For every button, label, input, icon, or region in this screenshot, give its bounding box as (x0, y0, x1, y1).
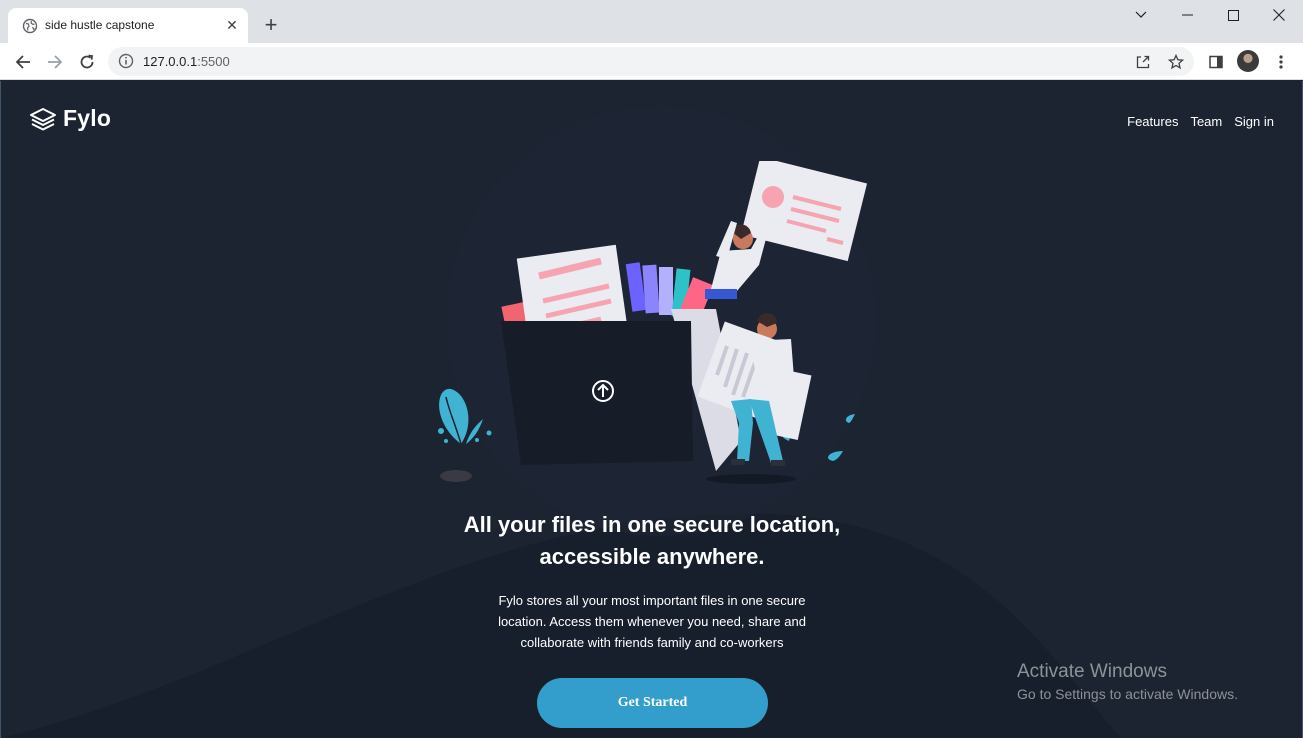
browser-toolbar: 127.0.0.1:5500 (0, 43, 1303, 80)
kebab-menu-icon[interactable] (1267, 48, 1295, 76)
page-viewport: Fylo Features Team Sign in All your file… (0, 81, 1303, 738)
hero-subtext: Fylo stores all your most important file… (482, 590, 822, 653)
brand-logo[interactable]: Fylo (29, 105, 111, 132)
get-started-button[interactable]: Get Started (537, 678, 768, 728)
activate-subtitle: Go to Settings to activate Windows. (1017, 686, 1238, 702)
subtext-line-2: location. Access them whenever you need,… (498, 614, 806, 629)
tab-strip: side hustle capstone ✕ + (0, 0, 1303, 43)
browser-tab[interactable]: side hustle capstone ✕ (8, 8, 248, 43)
activate-title: Activate Windows (1017, 661, 1167, 682)
hero-headline: All your files in one secure location, a… (402, 509, 902, 573)
side-panel-icon[interactable] (1202, 48, 1230, 76)
headline-line-2: accessible anywhere. (539, 544, 765, 569)
share-icon[interactable] (1131, 50, 1155, 74)
brand-name: Fylo (63, 105, 112, 131)
star-icon[interactable] (1164, 50, 1188, 74)
nav-features[interactable]: Features (1127, 114, 1178, 129)
url-port: :5500 (197, 54, 230, 69)
avatar[interactable] (1237, 50, 1259, 72)
globe-icon (22, 18, 38, 34)
plus-icon[interactable]: + (258, 12, 284, 38)
url-text[interactable]: 127.0.0.1:5500 (143, 54, 230, 69)
chevron-down-icon[interactable] (1118, 0, 1164, 30)
nav-sign-in[interactable]: Sign in (1234, 114, 1274, 129)
back-arrow-icon[interactable] (9, 48, 37, 76)
hero-illustration (438, 161, 868, 484)
tab-title: side hustle capstone (45, 18, 155, 32)
reload-icon[interactable] (73, 48, 101, 76)
activate-windows-watermark: Activate Windows Go to Settings to activ… (1017, 661, 1238, 705)
minimize-icon[interactable] (1164, 0, 1210, 30)
subtext-line-3: collaborate with friends family and co-w… (520, 635, 784, 650)
close-icon[interactable] (1256, 0, 1302, 30)
main-nav: Features Team Sign in (1127, 114, 1274, 129)
address-bar[interactable]: 127.0.0.1:5500 (108, 47, 1194, 76)
url-host: 127.0.0.1 (143, 54, 198, 69)
headline-line-1: All your files in one secure location, (463, 512, 841, 537)
stack-icon (30, 107, 56, 130)
nav-team[interactable]: Team (1190, 114, 1222, 129)
forward-arrow-icon[interactable] (41, 48, 69, 76)
maximize-icon[interactable] (1210, 0, 1256, 30)
close-icon[interactable]: ✕ (222, 15, 242, 35)
subtext-line-1: Fylo stores all your most important file… (498, 593, 806, 608)
info-icon[interactable] (118, 53, 134, 69)
